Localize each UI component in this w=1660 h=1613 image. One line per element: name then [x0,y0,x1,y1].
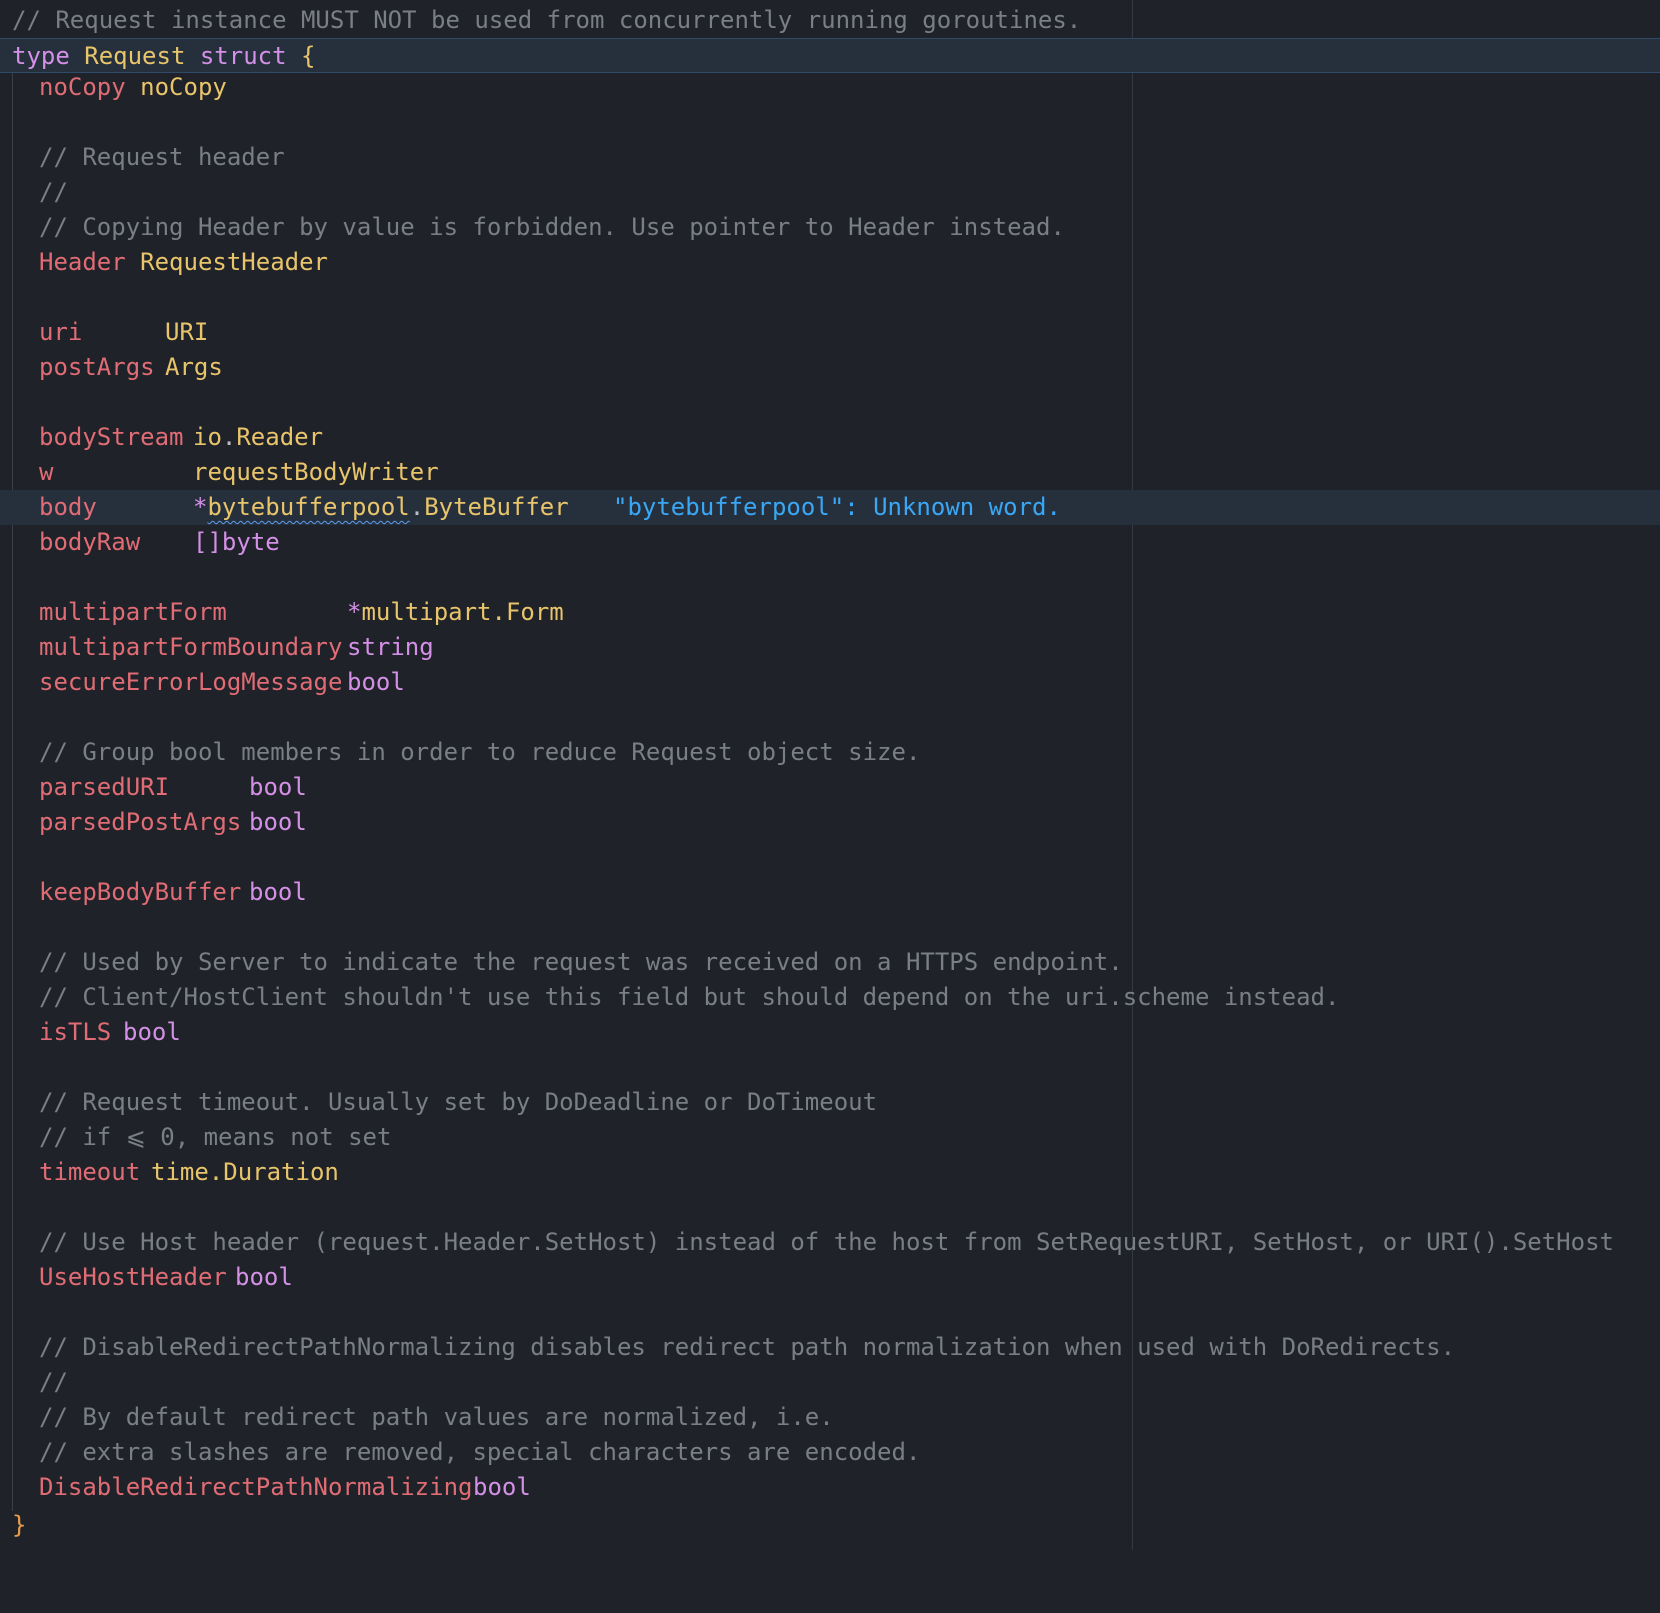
code-line[interactable]: } [0,1508,1660,1543]
code-line[interactable]: // Request header [0,140,1660,175]
field-name: keepBodyBuffer [39,878,242,906]
code-line[interactable]: // DisableRedirectPathNormalizing disabl… [0,1330,1660,1365]
inline-problem-hint[interactable]: "bytebufferpool": Unknown word. [613,490,1061,525]
comment: // DisableRedirectPathNormalizing disabl… [39,1333,1456,1361]
code-line[interactable]: // Request instance MUST NOT be used fro… [0,3,1660,38]
field-type: RequestHeader [140,248,328,276]
field-name: w [39,458,54,486]
code-line[interactable]: timeout time.Duration [0,1155,1660,1190]
field-name: parsedPostArgs [39,808,242,836]
code-line[interactable]: parsedPostArgs bool [0,805,1660,840]
code-line[interactable]: // [0,175,1660,210]
comment: // Use Host header (request.Header.SetHo… [39,1228,1614,1256]
dot: . [221,423,237,451]
struct-declaration: type Request struct { [12,39,315,74]
keyword-struct: struct [199,42,287,70]
comment: // Client/HostClient shouldn't use this … [39,983,1340,1011]
code-line[interactable]: multipartFormBoundary string [0,630,1660,665]
code-line[interactable]: // Client/HostClient shouldn't use this … [0,980,1660,1015]
code-line[interactable]: isTLS bool [0,1015,1660,1050]
field-type: bool [347,668,405,696]
field-name: multipartForm [39,598,227,626]
field-name: body [39,493,97,521]
code-line[interactable]: // extra slashes are removed, special ch… [0,1435,1660,1470]
code-editor[interactable]: // Request instance MUST NOT be used fro… [0,0,1660,1550]
code-line[interactable]: postArgs Args [0,350,1660,385]
comment: // By default redirect path values are n… [39,1403,834,1431]
code-line[interactable]: multipartForm *multipart.Form [0,595,1660,630]
code-line[interactable]: uri URI [0,315,1660,350]
comment: // Request instance MUST NOT be used fro… [12,6,1082,34]
code-line-caret[interactable]: type Request struct { [0,38,1660,73]
code-line[interactable]: // Use Host header (request.Header.SetHo… [0,1225,1660,1260]
field-name: noCopy [39,73,126,101]
field-type: Reader [236,423,324,451]
code-line[interactable]: // [0,1365,1660,1400]
field-name: bodyStream [39,423,184,451]
code-line[interactable]: UseHostHeader bool [0,1260,1660,1295]
pointer-star: * [347,598,362,626]
code-line[interactable]: DisableRedirectPathNormalizing bool [0,1470,1660,1505]
code-line[interactable]: noCopy noCopy [0,70,1660,105]
code-line[interactable]: parsedURI bool [0,770,1660,805]
open-brace: { [301,42,316,70]
code-line[interactable]: secureErrorLogMessage bool [0,665,1660,700]
field-type: bool [249,808,307,836]
code-line[interactable]: // Used by Server to indicate the reques… [0,945,1660,980]
code-line[interactable]: w requestBodyWriter [0,455,1660,490]
package-name: io [193,423,222,451]
field-name: parsedURI [39,773,170,801]
code-line[interactable]: keepBodyBuffer bool [0,875,1660,910]
field-type: bool [473,1473,531,1501]
field-type: Args [165,353,223,381]
comment: // Request header [39,143,285,171]
comment: // if ⩽ 0, means not set [39,1123,392,1151]
struct-name: Request [84,42,186,70]
comment: // [39,1368,68,1396]
dot: . [409,493,425,521]
comment: // Copying Header by value is forbidden.… [39,213,1065,241]
field-type: noCopy [140,73,227,101]
code-line-highlighted[interactable]: body *bytebufferpool.ByteBuffer "bytebuf… [0,490,1660,525]
field-name: timeout [39,1158,141,1186]
field-name: multipartFormBoundary [39,633,343,661]
field-type: requestBodyWriter [193,458,439,486]
comment: // Request timeout. Usually set by DoDea… [39,1088,878,1116]
pointer-star: * [193,493,208,521]
close-brace: } [12,1511,27,1539]
field-type: bool [123,1018,181,1046]
field-type: bool [249,878,307,906]
field-name: uri [39,318,83,346]
code-line[interactable]: // Group bool members in order to reduce… [0,735,1660,770]
field-name: isTLS [39,1018,112,1046]
field-type: bool [249,773,307,801]
comment: // extra slashes are removed, special ch… [39,1438,921,1466]
code-line[interactable]: Header RequestHeader [0,245,1660,280]
comment: // Used by Server to indicate the reques… [39,948,1123,976]
code-line[interactable]: // Copying Header by value is forbidden.… [0,210,1660,245]
spelling-error-word[interactable]: bytebufferpool [207,493,409,521]
field-name: postArgs [39,353,155,381]
field-type: bool [235,1263,293,1291]
keyword-type: type [12,42,70,70]
field-name: secureErrorLogMessage [39,668,343,696]
code-line[interactable]: // if ⩽ 0, means not set [0,1120,1660,1155]
field-type: multipart.Form [361,598,564,626]
field-name: UseHostHeader [39,1263,227,1291]
field-type: URI [165,318,209,346]
field-type: string [347,633,434,661]
field-type: ByteBuffer [424,493,569,521]
code-line[interactable]: bodyRaw []byte [0,525,1660,560]
field-name: bodyRaw [39,528,141,556]
comment: // [39,178,68,206]
code-line[interactable]: bodyStream io.Reader [0,420,1660,455]
code-line[interactable]: // Request timeout. Usually set by DoDea… [0,1085,1660,1120]
code-line[interactable]: // By default redirect path values are n… [0,1400,1660,1435]
field-name: DisableRedirectPathNormalizing [39,1473,473,1501]
field-name: Header [39,248,126,276]
comment: // Group bool members in order to reduce… [39,738,921,766]
field-type: []byte [193,528,280,556]
field-type: time.Duration [151,1158,339,1186]
